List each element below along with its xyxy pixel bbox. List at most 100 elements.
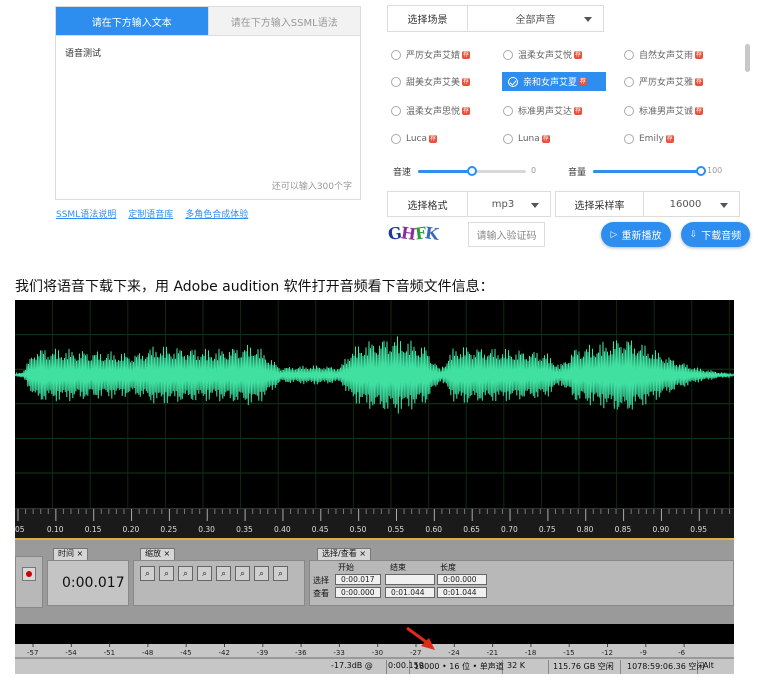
db-ruler: -57 -54 -51 -48 -45 -42 -39 -36 -33 -30 -27 -24 -21-… bbox=[15, 644, 734, 658]
radio-icon bbox=[391, 76, 401, 87]
radio-icon bbox=[503, 49, 513, 60]
captcha-image[interactable]: GHFK bbox=[387, 223, 458, 245]
status-field: 16000 • 16 位 • 单声道 bbox=[414, 662, 504, 671]
radio-icon bbox=[624, 105, 634, 116]
voice-option-label: 标准男声艾达 bbox=[518, 107, 573, 117]
voice-list-scrollbar[interactable] bbox=[745, 44, 750, 72]
download-button[interactable]: ⇩ 下载音频 bbox=[681, 222, 750, 247]
tab-ssml-input[interactable]: 请在下方输入SSML语法 bbox=[207, 7, 360, 35]
radio-icon bbox=[624, 133, 634, 144]
zoom-in-right-icon[interactable]: ⌕ bbox=[216, 566, 231, 581]
chevron-down-icon bbox=[720, 203, 728, 208]
status-divider bbox=[386, 660, 387, 674]
captcha-input-placeholder: 请输入验证码 bbox=[476, 231, 537, 242]
voice-option-label: 严厉女声艾婧 bbox=[406, 51, 461, 61]
volume-slider[interactable] bbox=[593, 166, 706, 176]
time-ruler-label: 0.55 bbox=[388, 525, 405, 534]
radio-icon bbox=[503, 105, 513, 116]
input-mode-tabs: 请在下方输入文本 请在下方输入SSML语法 bbox=[55, 6, 361, 35]
char-counter: 还可以输入300个字 bbox=[271, 182, 352, 192]
voice-option[interactable]: 温柔女声艾悦荐 bbox=[503, 45, 583, 64]
recommend-badge-icon: 荐 bbox=[429, 134, 438, 143]
selection-panel-tab[interactable]: 选择/查看 × bbox=[317, 548, 371, 560]
replay-button-label: 重新播放 bbox=[621, 231, 662, 242]
row-select-label: 选择 bbox=[313, 576, 329, 585]
level-meter bbox=[15, 624, 734, 644]
samplerate-select[interactable]: 选择采样率 16000 bbox=[555, 191, 740, 217]
waveform-display[interactable] bbox=[15, 300, 734, 508]
time-ruler-label: 05 bbox=[15, 525, 25, 534]
db-ruler-label: -18 bbox=[525, 649, 536, 657]
speed-slider[interactable] bbox=[418, 166, 526, 176]
db-ruler-label: -21 bbox=[487, 649, 498, 657]
voice-option[interactable]: 标准男声艾达荐 bbox=[503, 101, 583, 120]
replay-button[interactable]: ▷ 重新播放 bbox=[601, 222, 671, 247]
time-panel-tab-label: 时间 bbox=[58, 549, 74, 558]
status-field: 32 K bbox=[507, 661, 525, 670]
samplerate-value[interactable]: 16000 bbox=[644, 192, 739, 216]
zoom-in-time-icon[interactable]: ⌕ bbox=[254, 566, 269, 581]
db-ruler-svg: -57 -54 -51 -48 -45 -42 -39 -36 -33 -30 -27 -24 -21-… bbox=[27, 644, 686, 657]
waveform-trace bbox=[15, 336, 734, 414]
radio-icon bbox=[624, 49, 634, 60]
status-divider bbox=[620, 660, 621, 674]
selection-panel: 开始 结束 长度 选择 查看 0:00.017 0:00.000 0:00.00… bbox=[309, 560, 734, 606]
time-ruler[interactable]: 05 0.10 0.15 0.20 0.25 0.30 0.35 0.40 0.45 0.50 0.… bbox=[15, 508, 734, 538]
zoom-in-amplitude-icon[interactable]: ⌕ bbox=[140, 566, 155, 581]
voice-option[interactable]: Luca 荐 bbox=[391, 129, 438, 148]
time-display: 0:00.017 bbox=[62, 575, 125, 591]
view-end-field[interactable]: 0:01.044 bbox=[385, 587, 435, 598]
recommend-badge-icon: 荐 bbox=[695, 50, 704, 59]
db-ruler-label: -30 bbox=[372, 649, 383, 657]
voice-option[interactable]: 甜美女声艾美荐 bbox=[391, 72, 471, 91]
select-length-field[interactable]: 0:00.000 bbox=[437, 574, 487, 585]
format-select[interactable]: 选择格式 mp3 bbox=[387, 191, 551, 217]
recommend-badge-icon: 荐 bbox=[462, 106, 471, 115]
captcha-letter: K bbox=[423, 223, 440, 244]
time-ruler-label: 0.95 bbox=[690, 525, 707, 534]
voice-option-label: 甜美女声艾美 bbox=[406, 78, 461, 88]
voice-option[interactable]: 亲和女声艾夏荐 bbox=[502, 72, 606, 91]
text-input-area[interactable]: 语音测试 还可以输入300个字 bbox=[55, 35, 361, 200]
zoom-out-time-icon[interactable]: ⌕ bbox=[273, 566, 288, 581]
scene-value[interactable]: 全部声音 bbox=[468, 6, 603, 31]
time-ruler-label: 0.85 bbox=[615, 525, 632, 534]
voice-option[interactable]: 严厉女声艾婧荐 bbox=[391, 45, 471, 64]
zoom-panel-tab-label: 缩放 bbox=[145, 549, 161, 558]
recommend-badge-icon: 荐 bbox=[665, 134, 674, 143]
voice-option-label: 温柔女声艾悦 bbox=[518, 51, 573, 61]
volume-label: 音量 bbox=[568, 168, 587, 178]
zoom-panel-tab[interactable]: 缩放 × bbox=[140, 548, 176, 560]
status-divider bbox=[548, 660, 549, 674]
select-start-field[interactable]: 0:00.017 bbox=[335, 574, 381, 585]
zoom-full-icon[interactable]: ⌕ bbox=[178, 566, 193, 581]
ssml-help-link[interactable]: SSML语法说明 bbox=[56, 207, 116, 220]
view-length-field[interactable]: 0:01.044 bbox=[437, 587, 487, 598]
record-button[interactable] bbox=[22, 567, 36, 581]
voice-option[interactable]: 严厉女声艾雅荐 bbox=[624, 72, 704, 91]
speed-slider-handle[interactable] bbox=[467, 166, 477, 176]
time-panel-tab[interactable]: 时间 × bbox=[53, 548, 89, 560]
select-end-field[interactable] bbox=[385, 574, 435, 585]
scene-select[interactable]: 选择场景 全部声音 bbox=[387, 5, 604, 32]
recommend-badge-icon: 荐 bbox=[695, 106, 704, 115]
voice-option[interactable]: 自然女声艾雨荐 bbox=[624, 45, 704, 64]
format-value[interactable]: mp3 bbox=[468, 192, 550, 216]
zoom-in-left-icon[interactable]: ⌕ bbox=[197, 566, 212, 581]
custom-voice-link[interactable]: 定制语音库 bbox=[128, 207, 173, 220]
multi-role-link[interactable]: 多角色合成体验 bbox=[185, 207, 248, 220]
view-start-field[interactable]: 0:00.000 bbox=[335, 587, 381, 598]
volume-slider-handle[interactable] bbox=[696, 166, 706, 176]
voice-option[interactable]: 标准男声艾诚荐 bbox=[624, 101, 704, 120]
zoom-out-amplitude-icon[interactable]: ⌕ bbox=[159, 566, 174, 581]
time-ruler-label: 0.30 bbox=[198, 525, 215, 534]
voice-option-label: 标准男声艾诚 bbox=[639, 107, 694, 117]
captcha-input[interactable]: 请输入验证码 bbox=[468, 222, 545, 247]
voice-option[interactable]: 温柔女声思悦荐 bbox=[391, 101, 471, 120]
audition-panels: 时间 × 0:00.017 缩放 × ⌕ ⌕ ⌕ ⌕ ⌕ ⌕ ⌕ ⌕ 选择/查看 × 开始 结… bbox=[15, 538, 734, 624]
recommend-badge-icon: 荐 bbox=[574, 50, 583, 59]
voice-option[interactable]: Emily 荐 bbox=[624, 129, 674, 148]
voice-option[interactable]: Luna 荐 bbox=[503, 129, 550, 148]
tab-text-input[interactable]: 请在下方输入文本 bbox=[56, 7, 208, 35]
zoom-selection-icon[interactable]: ⌕ bbox=[235, 566, 250, 581]
